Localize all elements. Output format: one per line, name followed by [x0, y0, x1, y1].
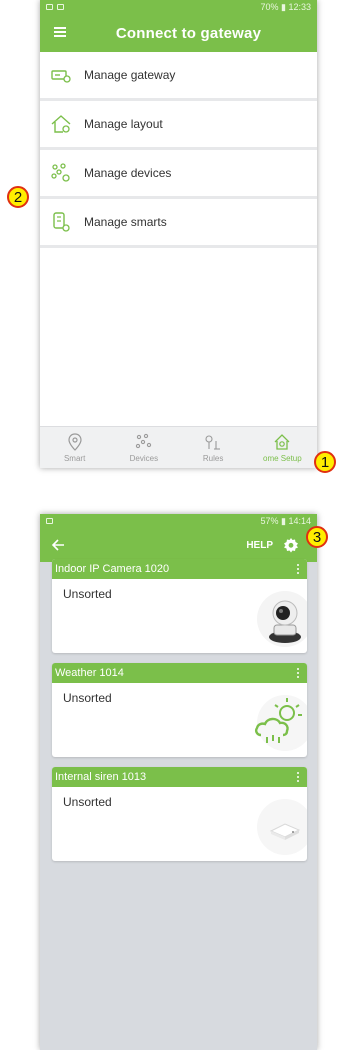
- menu-item-manage-gateway[interactable]: Manage gateway: [40, 52, 317, 101]
- home-gear-icon: [274, 433, 290, 450]
- nav-tab-rules[interactable]: Rules: [179, 427, 248, 468]
- device-card[interactable]: Internal siren 1013 Unsorted: [52, 767, 307, 861]
- callout-badge: 1: [314, 451, 336, 473]
- nav-tab-home-setup[interactable]: ome Setup: [248, 427, 317, 468]
- help-button[interactable]: HELP: [246, 540, 273, 551]
- clock: 12:33: [288, 1, 311, 12]
- location-pin-icon: [68, 432, 82, 451]
- battery-text: 70%: [260, 1, 279, 12]
- image-icon: [57, 4, 64, 10]
- nav-tab-devices[interactable]: Devices: [109, 427, 178, 468]
- device-room: Unsorted: [63, 795, 112, 809]
- more-options-icon[interactable]: [297, 772, 301, 782]
- gateway-icon: [51, 70, 71, 83]
- menu-item-manage-devices[interactable]: Manage devices: [40, 150, 317, 199]
- bottom-navigation: Smart Devices Rules ome Setup: [40, 426, 317, 468]
- app-bar: HELP: [40, 528, 317, 562]
- status-bar: 57% ▮ 14:14: [40, 514, 317, 528]
- nav-label: Rules: [202, 453, 224, 463]
- app-bar: Connect to gateway: [40, 14, 317, 52]
- weather-cloud-sun-icon: [255, 695, 307, 751]
- clock: 14:14: [288, 515, 311, 526]
- menu-item-manage-smarts[interactable]: Manage smarts: [40, 199, 317, 248]
- page-title: Connect to gateway: [115, 24, 262, 42]
- callout-badge: 2: [7, 186, 29, 208]
- setup-menu: Manage gateway Manage layout Manage devi…: [40, 52, 317, 248]
- mail-icon: [46, 4, 53, 10]
- callout-badge: 3: [306, 526, 328, 548]
- nav-label: Smart: [63, 453, 86, 463]
- gear-icon[interactable]: [283, 537, 299, 553]
- device-name: Internal siren 1013: [55, 771, 147, 783]
- device-card[interactable]: Indoor IP Camera 1020 Unsorted: [52, 559, 307, 653]
- screen-device-list: 57% ▮ 14:14 HELP Indoor IP Camera 1020 U…: [40, 514, 317, 1050]
- back-arrow-icon[interactable]: [51, 538, 65, 552]
- menu-label: Manage devices: [84, 166, 172, 180]
- screen-connect-to-gateway: 70% ▮ 12:33 Connect to gateway Manage ga…: [40, 0, 317, 468]
- ip-camera-icon: [257, 591, 307, 647]
- nav-label: ome Setup: [263, 453, 302, 463]
- more-options-icon[interactable]: [297, 564, 301, 574]
- rules-icon: [205, 434, 221, 450]
- menu-item-manage-layout[interactable]: Manage layout: [40, 101, 317, 150]
- nav-tab-smart[interactable]: Smart: [40, 427, 109, 468]
- device-room: Unsorted: [63, 691, 112, 705]
- status-bar: 70% ▮ 12:33: [40, 0, 317, 14]
- nav-label: Devices: [129, 453, 159, 463]
- siren-device-icon: [257, 799, 307, 855]
- smarts-icon: [53, 212, 70, 232]
- menu-label: Manage gateway: [84, 68, 176, 82]
- menu-label: Manage layout: [84, 117, 163, 131]
- device-name: Indoor IP Camera 1020: [55, 563, 170, 575]
- devices-icon: [135, 433, 152, 448]
- house-layout-icon: [51, 115, 71, 133]
- more-options-icon[interactable]: [297, 668, 301, 678]
- device-card[interactable]: Weather 1014 Unsorted: [52, 663, 307, 757]
- devices-icon: [51, 163, 70, 182]
- device-room: Unsorted: [63, 587, 112, 601]
- menu-label: Manage smarts: [84, 215, 167, 229]
- battery-text: 57%: [260, 515, 279, 526]
- notification-icon: [46, 518, 53, 524]
- device-name: Weather 1014: [55, 667, 124, 679]
